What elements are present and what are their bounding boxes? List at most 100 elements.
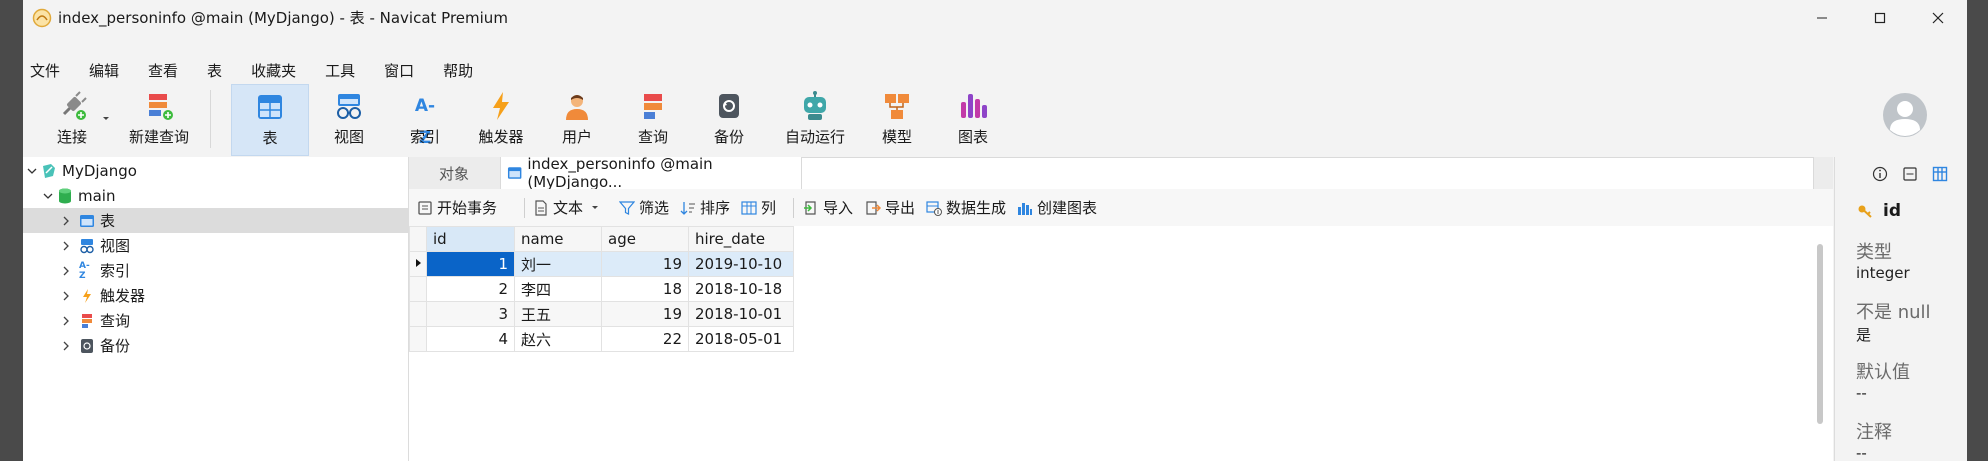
filter-icon (619, 200, 635, 215)
navigation-tree: MyDjango main 表 视图 A-Z 索引 触发器 查询 备份 (23, 157, 409, 461)
tree-item-indexes[interactable]: A-Z 索引 (23, 258, 408, 283)
connect-dropdown-icon[interactable] (102, 116, 110, 122)
chevron-right-icon[interactable] (59, 264, 73, 278)
row-marker (409, 301, 427, 327)
export-icon (866, 200, 881, 215)
import-button[interactable]: 导入 (803, 189, 853, 226)
cell-age[interactable]: 18 (601, 276, 689, 302)
vertical-scrollbar[interactable] (1817, 244, 1823, 424)
chart-label: 图表 (957, 128, 988, 146)
cell-hire-date[interactable]: 2018-10-18 (688, 276, 794, 302)
toolbar-separator (524, 198, 525, 218)
connect-button[interactable]: 连接 (40, 84, 104, 154)
column-header-name[interactable]: name (514, 226, 602, 252)
user-avatar-icon[interactable] (1882, 92, 1928, 138)
toolbar-separator (793, 198, 794, 218)
data-generation-button[interactable]: 数据生成 (926, 189, 1006, 226)
automation-button[interactable]: 自动运行 (775, 84, 855, 154)
sort-button[interactable]: 排序 (680, 189, 730, 226)
close-button[interactable] (1909, 0, 1967, 35)
tab-active-table[interactable]: index_personinfo @main (MyDjango... (500, 155, 802, 191)
tree-connection-label: MyDjango (62, 161, 137, 180)
cell-id[interactable]: 4 (426, 326, 515, 352)
tree-item-queries[interactable]: 查询 (23, 308, 408, 333)
view-button[interactable]: 视图 (317, 84, 381, 154)
type-value: integer (1856, 264, 1910, 282)
cell-name[interactable]: 赵六 (514, 326, 602, 352)
cell-age[interactable]: 22 (601, 326, 689, 352)
tree-database[interactable]: main (23, 183, 408, 208)
chevron-right-icon[interactable] (59, 339, 73, 353)
chevron-right-icon[interactable] (59, 239, 73, 253)
text-view-button[interactable]: 文本 (533, 189, 599, 226)
tree-item-triggers[interactable]: 触发器 (23, 283, 408, 308)
cell-name[interactable]: 王五 (514, 301, 602, 327)
menu-window[interactable]: 窗口 (377, 58, 414, 84)
menu-tools[interactable]: 工具 (318, 58, 355, 84)
maximize-button[interactable] (1851, 0, 1909, 35)
chevron-right-icon[interactable] (59, 214, 73, 228)
menu-view[interactable]: 查看 (141, 58, 178, 84)
cell-name[interactable]: 刘一 (514, 251, 602, 277)
new-query-button[interactable]: 新建查询 (119, 84, 199, 154)
backup-button[interactable]: 备份 (697, 84, 761, 154)
cell-hire-date[interactable]: 2018-05-01 (688, 326, 794, 352)
chevron-right-icon[interactable] (59, 314, 73, 328)
cell-age[interactable]: 19 (601, 301, 689, 327)
user-button[interactable]: 用户 (545, 84, 609, 154)
menu-file[interactable]: 文件 (23, 58, 60, 84)
tree-item-backups[interactable]: 备份 (23, 333, 408, 358)
query-label: 查询 (637, 128, 668, 146)
cell-hire-date[interactable]: 2018-10-01 (688, 301, 794, 327)
tree-connection[interactable]: MyDjango (23, 158, 408, 183)
menu-help[interactable]: 帮助 (436, 58, 473, 84)
robot-icon (804, 91, 826, 120)
tree-item-views[interactable]: 视图 (23, 233, 408, 258)
query-button[interactable]: 查询 (621, 84, 685, 154)
chevron-right-icon[interactable] (59, 289, 73, 303)
cell-hire-date[interactable]: 2019-10-10 (688, 251, 794, 277)
main-toolbar: 连接 新建查询 表 视图 A-Z 索引 触发器 用户 查询 备份 自动运行 模型… (23, 84, 1967, 156)
menu-table[interactable]: 表 (200, 58, 222, 84)
layout-panel-icon[interactable] (1929, 163, 1951, 185)
export-button[interactable]: 导出 (865, 189, 915, 226)
cell-id[interactable]: 1 (426, 251, 515, 277)
menu-favorites[interactable]: 收藏夹 (244, 58, 296, 84)
minimize-button[interactable] (1793, 0, 1851, 35)
tree-item-tables[interactable]: 表 (23, 208, 408, 233)
current-row-marker-icon (409, 251, 427, 277)
column-header-age[interactable]: age (601, 226, 689, 252)
table-row[interactable]: 4 赵六 22 2018-05-01 (409, 326, 794, 352)
cell-age[interactable]: 19 (601, 251, 689, 277)
title-bar: index_personinfo @main (MyDjango) - 表 - … (23, 0, 1967, 35)
begin-transaction-button[interactable]: 开始事务 (417, 189, 497, 226)
inspector-field-name: id (1883, 201, 1901, 221)
index-button[interactable]: A-Z 索引 (393, 84, 457, 154)
model-button[interactable]: 模型 (865, 84, 929, 154)
cell-id[interactable]: 3 (426, 301, 515, 327)
info-icon[interactable] (1869, 163, 1891, 185)
ddl-icon[interactable] (1899, 163, 1921, 185)
minimize-icon (1817, 17, 1827, 18)
column-header-id[interactable]: id (426, 226, 515, 252)
database-icon (57, 188, 73, 204)
tab-title: index_personinfo @main (MyDjango... (527, 155, 713, 191)
chevron-down-icon[interactable] (41, 189, 55, 203)
create-chart-button[interactable]: 创建图表 (1017, 189, 1097, 226)
chart-button[interactable]: 图表 (941, 84, 1005, 154)
columns-button[interactable]: 列 (741, 189, 776, 226)
chevron-down-icon[interactable] (25, 164, 39, 178)
table-button[interactable]: 表 (231, 84, 309, 156)
menu-edit[interactable]: 编辑 (82, 58, 119, 84)
filter-button[interactable]: 筛选 (619, 189, 669, 226)
table-row[interactable]: 3 王五 19 2018-10-01 (409, 301, 794, 327)
trigger-button[interactable]: 触发器 (469, 84, 533, 154)
table-row[interactable]: 1 刘一 19 2019-10-10 (409, 251, 794, 277)
tab-objects[interactable]: 对象 (409, 157, 499, 189)
table-row[interactable]: 2 李四 18 2018-10-18 (409, 276, 794, 302)
column-header-hire-date[interactable]: hire_date (688, 226, 794, 252)
cell-id[interactable]: 2 (426, 276, 515, 302)
tab-bar: 对象 index_personinfo @main (MyDjango... (409, 155, 1833, 191)
header-row: id name age hire_date (409, 226, 794, 252)
cell-name[interactable]: 李四 (514, 276, 602, 302)
